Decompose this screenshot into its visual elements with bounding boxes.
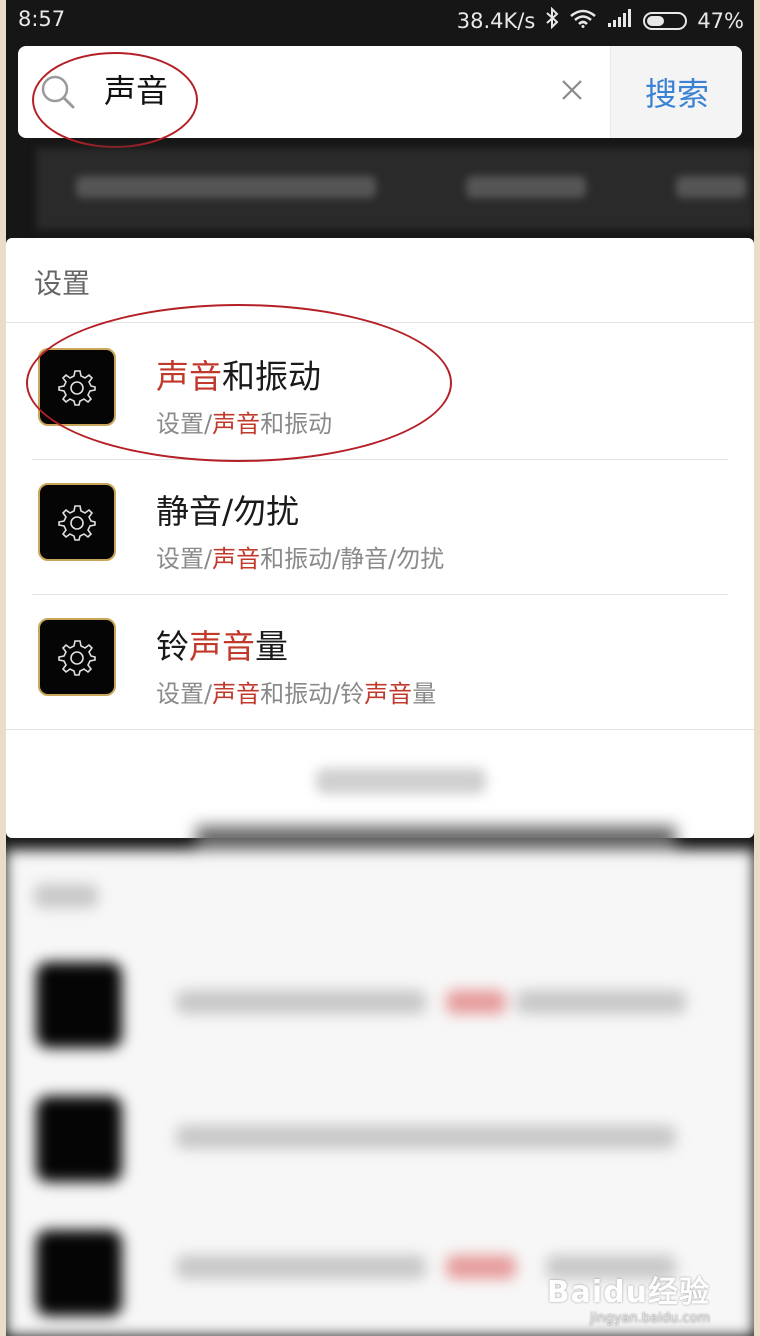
path-text: 和振动/铃 (260, 680, 365, 708)
watermark-brand: Baidu经验 (546, 1275, 710, 1310)
title-highlight: 声音 (156, 357, 222, 396)
result-title: 静音/勿扰 (156, 485, 299, 533)
result-title: 声音和振动 (156, 350, 321, 398)
result-item[interactable]: 铃声音量 设置/声音和振动/铃声音量 (6, 594, 754, 729)
more-results-button[interactable] (6, 730, 754, 830)
settings-results-card: 设置 声音和振动 设置/声音和振动 静音/勿扰 设置/声音和振动/静音/勿扰 铃… (6, 238, 754, 838)
watermark: Baidu经验 jingyan.baidu.com (547, 1267, 710, 1326)
path-text: 和振动/静音/勿扰 (260, 545, 445, 573)
result-path: 设置/声音和振动 (156, 404, 332, 439)
path-text: 设置/ (156, 410, 213, 438)
path-highlight: 声音 (212, 680, 261, 708)
result-title: 铃声音量 (156, 620, 288, 668)
close-icon[interactable] (558, 76, 586, 108)
settings-app-icon (38, 348, 116, 426)
status-time: 8:57 (18, 7, 66, 31)
path-highlight: 声音 (364, 680, 413, 708)
path-highlight: 声音 (212, 545, 261, 573)
title-highlight: 声音 (189, 627, 255, 666)
signal-icon (607, 8, 633, 33)
battery-icon (643, 11, 688, 30)
status-right: 38.4K/s 47% (456, 6, 744, 34)
path-text: 设置/ (156, 545, 213, 573)
search-input[interactable] (104, 70, 504, 108)
path-text: 设置/ (156, 680, 213, 708)
result-item[interactable]: 声音和振动 设置/声音和振动 (6, 324, 754, 459)
path-text: 和振动 (260, 410, 333, 438)
phone-screen: 8:57 38.4K/s 47% 搜索 (6, 0, 754, 1336)
more-results-blurred (316, 768, 486, 794)
title-text: 静音/勿扰 (156, 492, 300, 531)
result-path: 设置/声音和振动/静音/勿扰 (156, 539, 444, 574)
search-bar: 搜索 (18, 46, 742, 138)
gear-icon (58, 640, 96, 676)
gear-icon (58, 370, 96, 406)
settings-app-icon (38, 618, 116, 696)
title-text: 量 (255, 627, 288, 666)
filter-tabs-blurred (36, 148, 754, 230)
result-item[interactable]: 静音/勿扰 设置/声音和振动/静音/勿扰 (6, 459, 754, 594)
bluetooth-icon (545, 6, 559, 34)
other-results-card-blurred (6, 850, 754, 1336)
wifi-icon (569, 8, 597, 33)
gear-icon (58, 505, 96, 541)
watermark-url: jingyan.baidu.com (590, 1311, 710, 1326)
divider (6, 322, 754, 323)
status-bar: 8:57 38.4K/s 47% (6, 0, 754, 40)
battery-level (647, 15, 665, 26)
search-icon (40, 74, 76, 114)
result-path: 设置/声音和振动/铃声音量 (156, 674, 436, 709)
title-text: 和振动 (222, 357, 321, 396)
battery-percent: 47% (697, 8, 744, 33)
network-speed: 38.4K/s (456, 8, 536, 33)
search-button[interactable]: 搜索 (610, 46, 742, 138)
settings-app-icon (38, 483, 116, 561)
section-header: 设置 (34, 267, 91, 300)
path-highlight: 声音 (212, 410, 261, 438)
title-text: 铃 (156, 627, 189, 666)
path-text: 量 (412, 680, 437, 708)
